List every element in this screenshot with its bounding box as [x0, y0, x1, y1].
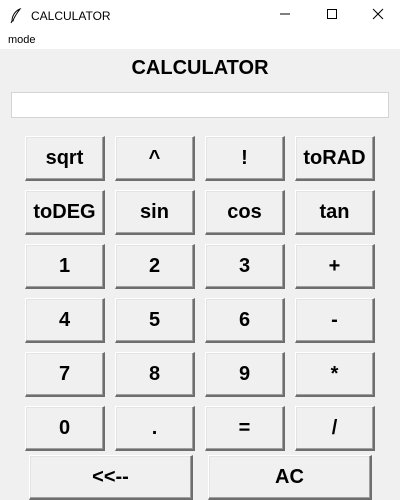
page-title: CALCULATOR	[131, 57, 269, 79]
to-rad-button[interactable]: toRAD	[295, 136, 375, 181]
tan-button[interactable]: tan	[295, 190, 375, 235]
divide-button[interactable]: /	[295, 406, 375, 451]
multiply-button[interactable]: *	[295, 352, 375, 397]
calculator-window: CALCULATOR mode CALCULATOR sqrt ^ ! toRA…	[0, 0, 400, 500]
minimize-button[interactable]	[262, 0, 308, 31]
factorial-button[interactable]: !	[205, 136, 285, 181]
digit-5-button[interactable]: 5	[115, 298, 195, 343]
maximize-button[interactable]	[309, 0, 355, 31]
feather-icon	[9, 7, 23, 24]
menu-bar: mode	[0, 31, 400, 49]
sqrt-button[interactable]: sqrt	[25, 136, 105, 181]
digit-2-button[interactable]: 2	[115, 244, 195, 289]
minus-button[interactable]: -	[295, 298, 375, 343]
backspace-button[interactable]: <<--	[29, 455, 193, 500]
power-button[interactable]: ^	[115, 136, 195, 181]
digit-0-button[interactable]: 0	[25, 406, 105, 451]
sin-button[interactable]: sin	[115, 190, 195, 235]
to-deg-button[interactable]: toDEG	[25, 190, 105, 235]
maximize-icon	[326, 7, 338, 25]
digit-6-button[interactable]: 6	[205, 298, 285, 343]
digit-3-button[interactable]: 3	[205, 244, 285, 289]
minimize-icon	[279, 7, 291, 25]
digit-8-button[interactable]: 8	[115, 352, 195, 397]
close-icon	[372, 7, 384, 25]
digit-9-button[interactable]: 9	[205, 352, 285, 397]
digit-7-button[interactable]: 7	[25, 352, 105, 397]
digit-4-button[interactable]: 4	[25, 298, 105, 343]
cos-button[interactable]: cos	[205, 190, 285, 235]
display-input[interactable]	[11, 92, 389, 118]
close-button[interactable]	[355, 0, 400, 31]
equals-button[interactable]: =	[205, 406, 285, 451]
window-title: CALCULATOR	[31, 9, 111, 23]
all-clear-button[interactable]: AC	[208, 455, 372, 500]
menu-item-mode[interactable]: mode	[8, 34, 36, 47]
digit-1-button[interactable]: 1	[25, 244, 105, 289]
plus-button[interactable]: +	[295, 244, 375, 289]
title-bar: CALCULATOR	[0, 0, 400, 31]
decimal-button[interactable]: .	[115, 406, 195, 451]
